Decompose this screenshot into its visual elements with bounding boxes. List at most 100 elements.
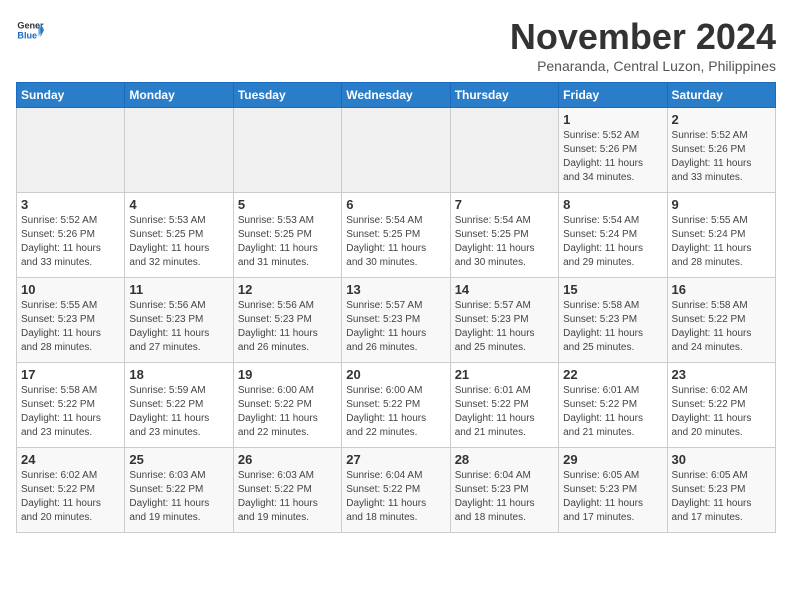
calendar-cell: 4Sunrise: 5:53 AM Sunset: 5:25 PM Daylig… xyxy=(125,193,233,278)
day-detail: Sunrise: 5:52 AM Sunset: 5:26 PM Dayligh… xyxy=(21,214,120,270)
day-number: 15 xyxy=(563,282,662,297)
svg-text:Blue: Blue xyxy=(17,30,37,40)
day-number: 1 xyxy=(563,112,662,127)
calendar-header: SundayMondayTuesdayWednesdayThursdayFrid… xyxy=(17,83,776,108)
title-area: November 2024 Penaranda, Central Luzon, … xyxy=(510,16,776,74)
day-detail: Sunrise: 5:54 AM Sunset: 5:24 PM Dayligh… xyxy=(563,214,662,270)
day-detail: Sunrise: 5:52 AM Sunset: 5:26 PM Dayligh… xyxy=(672,129,771,185)
weekday-header-saturday: Saturday xyxy=(667,83,775,108)
calendar-cell: 21 Sunrise: 6:01 AM Sunset: 5:22 PM Dayli… xyxy=(450,363,558,448)
calendar-cell: 15Sunrise: 5:58 AM Sunset: 5:23 PM Dayli… xyxy=(559,278,667,363)
calendar-cell: 5 Sunrise: 5:53 AM Sunset: 5:25 PM Daylig… xyxy=(233,193,341,278)
day-detail: Sunrise: 5:52 AM Sunset: 5:26 PM Dayligh… xyxy=(563,129,662,185)
day-number: 12 xyxy=(238,282,337,297)
calendar-cell: 24 Sunrise: 6:02 AM Sunset: 5:22 PM Dayli… xyxy=(17,448,125,533)
calendar-cell: 2 Sunrise: 5:52 AM Sunset: 5:26 PM Daylig… xyxy=(667,108,775,193)
day-number: 17 xyxy=(21,367,120,382)
day-number: 8 xyxy=(563,197,662,212)
day-number: 9 xyxy=(672,197,771,212)
calendar-cell: 3 Sunrise: 5:52 AM Sunset: 5:26 PM Daylig… xyxy=(17,193,125,278)
day-detail: Sunrise: 6:05 AM Sunset: 5:23 PM Dayligh… xyxy=(672,469,771,525)
weekday-header-row: SundayMondayTuesdayWednesdayThursdayFrid… xyxy=(17,83,776,108)
calendar-week-5: 24 Sunrise: 6:02 AM Sunset: 5:22 PM Dayli… xyxy=(17,448,776,533)
logo-icon: General Blue xyxy=(16,16,44,44)
day-detail: Sunrise: 6:04 AM Sunset: 5:22 PM Dayligh… xyxy=(346,469,445,525)
calendar-cell: 25 Sunrise: 6:03 AM Sunset: 5:22 PM Dayli… xyxy=(125,448,233,533)
day-number: 29 xyxy=(563,452,662,467)
day-number: 5 xyxy=(238,197,337,212)
calendar-cell xyxy=(17,108,125,193)
calendar-cell: 7 Sunrise: 5:54 AM Sunset: 5:25 PM Daylig… xyxy=(450,193,558,278)
day-number: 25 xyxy=(129,452,228,467)
day-number: 28 xyxy=(455,452,554,467)
calendar-cell: 22 Sunrise: 6:01 AM Sunset: 5:22 PM Dayli… xyxy=(559,363,667,448)
calendar-week-4: 17 Sunrise: 5:58 AM Sunset: 5:22 PM Dayli… xyxy=(17,363,776,448)
day-detail: Sunrise: 6:03 AM Sunset: 5:22 PM Dayligh… xyxy=(129,469,228,525)
day-number: 6 xyxy=(346,197,445,212)
weekday-header-sunday: Sunday xyxy=(17,83,125,108)
day-number: 22 xyxy=(563,367,662,382)
month-title: November 2024 xyxy=(510,16,776,58)
day-number: 21 xyxy=(455,367,554,382)
weekday-header-thursday: Thursday xyxy=(450,83,558,108)
calendar-week-3: 10 Sunrise: 5:55 AM Sunset: 5:23 PM Dayli… xyxy=(17,278,776,363)
calendar-cell xyxy=(125,108,233,193)
day-number: 18 xyxy=(129,367,228,382)
day-number: 11 xyxy=(129,282,228,297)
day-detail: Sunrise: 5:55 AM Sunset: 5:24 PM Dayligh… xyxy=(672,214,771,270)
day-number: 10 xyxy=(21,282,120,297)
day-number: 7 xyxy=(455,197,554,212)
day-detail: Sunrise: 6:03 AM Sunset: 5:22 PM Dayligh… xyxy=(238,469,337,525)
day-detail: Sunrise: 5:57 AM Sunset: 5:23 PM Dayligh… xyxy=(346,299,445,355)
day-number: 13 xyxy=(346,282,445,297)
day-detail: Sunrise: 6:01 AM Sunset: 5:22 PM Dayligh… xyxy=(455,384,554,440)
day-detail: Sunrise: 5:54 AM Sunset: 5:25 PM Dayligh… xyxy=(346,214,445,270)
day-number: 19 xyxy=(238,367,337,382)
header: General Blue November 2024 Penaranda, Ce… xyxy=(16,16,776,74)
day-number: 2 xyxy=(672,112,771,127)
calendar-table: SundayMondayTuesdayWednesdayThursdayFrid… xyxy=(16,82,776,533)
weekday-header-friday: Friday xyxy=(559,83,667,108)
day-detail: Sunrise: 5:54 AM Sunset: 5:25 PM Dayligh… xyxy=(455,214,554,270)
day-detail: Sunrise: 6:00 AM Sunset: 5:22 PM Dayligh… xyxy=(238,384,337,440)
calendar-cell xyxy=(342,108,450,193)
day-number: 20 xyxy=(346,367,445,382)
day-detail: Sunrise: 6:01 AM Sunset: 5:22 PM Dayligh… xyxy=(563,384,662,440)
day-detail: Sunrise: 6:02 AM Sunset: 5:22 PM Dayligh… xyxy=(21,469,120,525)
calendar-cell: 26Sunrise: 6:03 AM Sunset: 5:22 PM Dayli… xyxy=(233,448,341,533)
day-detail: Sunrise: 5:55 AM Sunset: 5:23 PM Dayligh… xyxy=(21,299,120,355)
day-number: 24 xyxy=(21,452,120,467)
logo: General Blue xyxy=(16,16,44,44)
calendar-cell: 8 Sunrise: 5:54 AM Sunset: 5:24 PM Daylig… xyxy=(559,193,667,278)
calendar-cell xyxy=(233,108,341,193)
calendar-cell: 10 Sunrise: 5:55 AM Sunset: 5:23 PM Dayli… xyxy=(17,278,125,363)
calendar-cell: 27Sunrise: 6:04 AM Sunset: 5:22 PM Dayli… xyxy=(342,448,450,533)
calendar-cell: 9 Sunrise: 5:55 AM Sunset: 5:24 PM Daylig… xyxy=(667,193,775,278)
calendar-cell: 13 Sunrise: 5:57 AM Sunset: 5:23 PM Dayli… xyxy=(342,278,450,363)
day-detail: Sunrise: 5:56 AM Sunset: 5:23 PM Dayligh… xyxy=(129,299,228,355)
day-detail: Sunrise: 5:53 AM Sunset: 5:25 PM Dayligh… xyxy=(238,214,337,270)
day-number: 3 xyxy=(21,197,120,212)
subtitle: Penaranda, Central Luzon, Philippines xyxy=(510,58,776,74)
day-detail: Sunrise: 5:59 AM Sunset: 5:22 PM Dayligh… xyxy=(129,384,228,440)
calendar-week-1: 1 Sunrise: 5:52 AM Sunset: 5:26 PM Daylig… xyxy=(17,108,776,193)
day-number: 30 xyxy=(672,452,771,467)
calendar-body: 1 Sunrise: 5:52 AM Sunset: 5:26 PM Daylig… xyxy=(17,108,776,533)
calendar-cell xyxy=(450,108,558,193)
calendar-cell: 17 Sunrise: 5:58 AM Sunset: 5:22 PM Dayli… xyxy=(17,363,125,448)
calendar-cell: 23Sunrise: 6:02 AM Sunset: 5:22 PM Dayli… xyxy=(667,363,775,448)
day-detail: Sunrise: 5:58 AM Sunset: 5:22 PM Dayligh… xyxy=(672,299,771,355)
day-detail: Sunrise: 5:58 AM Sunset: 5:22 PM Dayligh… xyxy=(21,384,120,440)
day-detail: Sunrise: 5:57 AM Sunset: 5:23 PM Dayligh… xyxy=(455,299,554,355)
calendar-week-2: 3 Sunrise: 5:52 AM Sunset: 5:26 PM Daylig… xyxy=(17,193,776,278)
weekday-header-tuesday: Tuesday xyxy=(233,83,341,108)
day-number: 4 xyxy=(129,197,228,212)
weekday-header-monday: Monday xyxy=(125,83,233,108)
day-detail: Sunrise: 6:04 AM Sunset: 5:23 PM Dayligh… xyxy=(455,469,554,525)
day-detail: Sunrise: 6:02 AM Sunset: 5:22 PM Dayligh… xyxy=(672,384,771,440)
calendar-cell: 12 Sunrise: 5:56 AM Sunset: 5:23 PM Dayli… xyxy=(233,278,341,363)
day-detail: Sunrise: 6:00 AM Sunset: 5:22 PM Dayligh… xyxy=(346,384,445,440)
day-detail: Sunrise: 5:56 AM Sunset: 5:23 PM Dayligh… xyxy=(238,299,337,355)
calendar-cell: 29Sunrise: 6:05 AM Sunset: 5:23 PM Dayli… xyxy=(559,448,667,533)
calendar-cell: 20 Sunrise: 6:00 AM Sunset: 5:22 PM Dayli… xyxy=(342,363,450,448)
